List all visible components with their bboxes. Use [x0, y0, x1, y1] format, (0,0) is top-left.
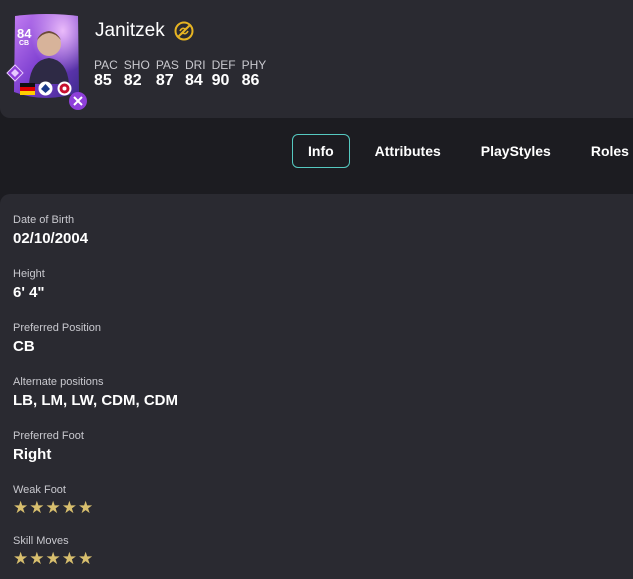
stat-sho: SHO 82 [124, 58, 150, 90]
star-icon: ★ [78, 498, 94, 517]
league-badge-icon [38, 81, 53, 96]
dob-label: Date of Birth [13, 214, 75, 226]
tab-roles[interactable]: Roles [576, 134, 633, 168]
star-icon: ★ [29, 498, 45, 517]
stat-label: PAS [155, 58, 179, 72]
skill-moves-stars: ★ ★ ★ ★ ★ [13, 550, 94, 567]
stat-value: 87 [155, 72, 174, 89]
chemistry-style-icon [69, 92, 87, 110]
stat-value: 85 [94, 72, 112, 89]
alternate-positions-field: Alternate positions LB, LM, LW, CDM, CDM [13, 376, 178, 409]
tab-info[interactable]: Info [292, 134, 350, 168]
player-name: Janitzek [95, 20, 165, 41]
height-value: 6' 4" [13, 284, 45, 301]
preferred-position-label: Preferred Position [13, 322, 102, 334]
dob-field: Date of Birth 02/10/2004 [13, 214, 88, 247]
stat-label: PAC [94, 58, 118, 72]
stat-value: 86 [241, 72, 260, 89]
card-position: CB [19, 40, 30, 47]
untradeable-icon [174, 21, 194, 41]
stat-label: DEF [211, 58, 236, 72]
stat-label: PHY [241, 58, 267, 72]
star-icon: ★ [45, 498, 61, 517]
stat-label: DRI [184, 58, 206, 72]
star-icon: ★ [13, 498, 29, 517]
alternate-positions-label: Alternate positions [13, 376, 104, 388]
stat-pas: PAS 87 [156, 58, 179, 90]
preferred-foot-label: Preferred Foot [13, 430, 84, 442]
weak-foot-label: Weak Foot [13, 484, 66, 496]
germany-flag-icon [20, 83, 35, 95]
stat-dri: DRI 84 [185, 58, 206, 90]
dob-value: 02/10/2004 [13, 230, 89, 247]
star-icon: ★ [29, 549, 45, 568]
player-card[interactable]: 84 CB [6, 12, 87, 110]
weak-foot-field: Weak Foot ★ ★ ★ ★ ★ [13, 484, 94, 516]
rarity-badge-icon [6, 64, 24, 82]
stat-label: SHO [123, 58, 150, 72]
tab-attributes[interactable]: Attributes [360, 134, 456, 168]
skill-moves-label: Skill Moves [13, 535, 69, 547]
star-icon: ★ [78, 549, 94, 568]
stat-value: 82 [123, 72, 142, 89]
star-icon: ★ [61, 498, 77, 517]
star-icon: ★ [61, 549, 77, 568]
stat-phy: PHY 86 [242, 58, 267, 90]
tab-bar: Info Attributes PlayStyles Roles [292, 134, 633, 168]
weak-foot-stars: ★ ★ ★ ★ ★ [13, 499, 94, 516]
preferred-foot-field: Preferred Foot Right [13, 430, 84, 463]
height-field: Height 6' 4" [13, 268, 45, 301]
tab-playstyles[interactable]: PlayStyles [466, 134, 566, 168]
stat-value: 90 [211, 72, 230, 89]
skill-moves-field: Skill Moves ★ ★ ★ ★ ★ [13, 535, 94, 567]
info-panel: Date of Birth 02/10/2004 Height 6' 4" Pr… [0, 194, 633, 579]
star-icon: ★ [45, 549, 61, 568]
preferred-foot-value: Right [13, 446, 52, 463]
alternate-positions-value: LB, LM, LW, CDM, CDM [13, 392, 178, 409]
preferred-position-field: Preferred Position CB [13, 322, 101, 355]
stat-value: 84 [184, 72, 203, 89]
player-stats: PAC 85 SHO 82 PAS 87 DRI 84 DEF 90 PHY 8… [94, 58, 272, 90]
stat-pac: PAC 85 [94, 58, 118, 90]
preferred-position-value: CB [13, 338, 35, 355]
height-label: Height [13, 268, 45, 280]
card-rating: 84 [17, 26, 32, 41]
player-header: 84 CB Janitzek PAC 85 SHO 82 PAS 87 DRI … [0, 0, 633, 118]
star-icon: ★ [13, 549, 29, 568]
stat-def: DEF 90 [212, 58, 236, 90]
